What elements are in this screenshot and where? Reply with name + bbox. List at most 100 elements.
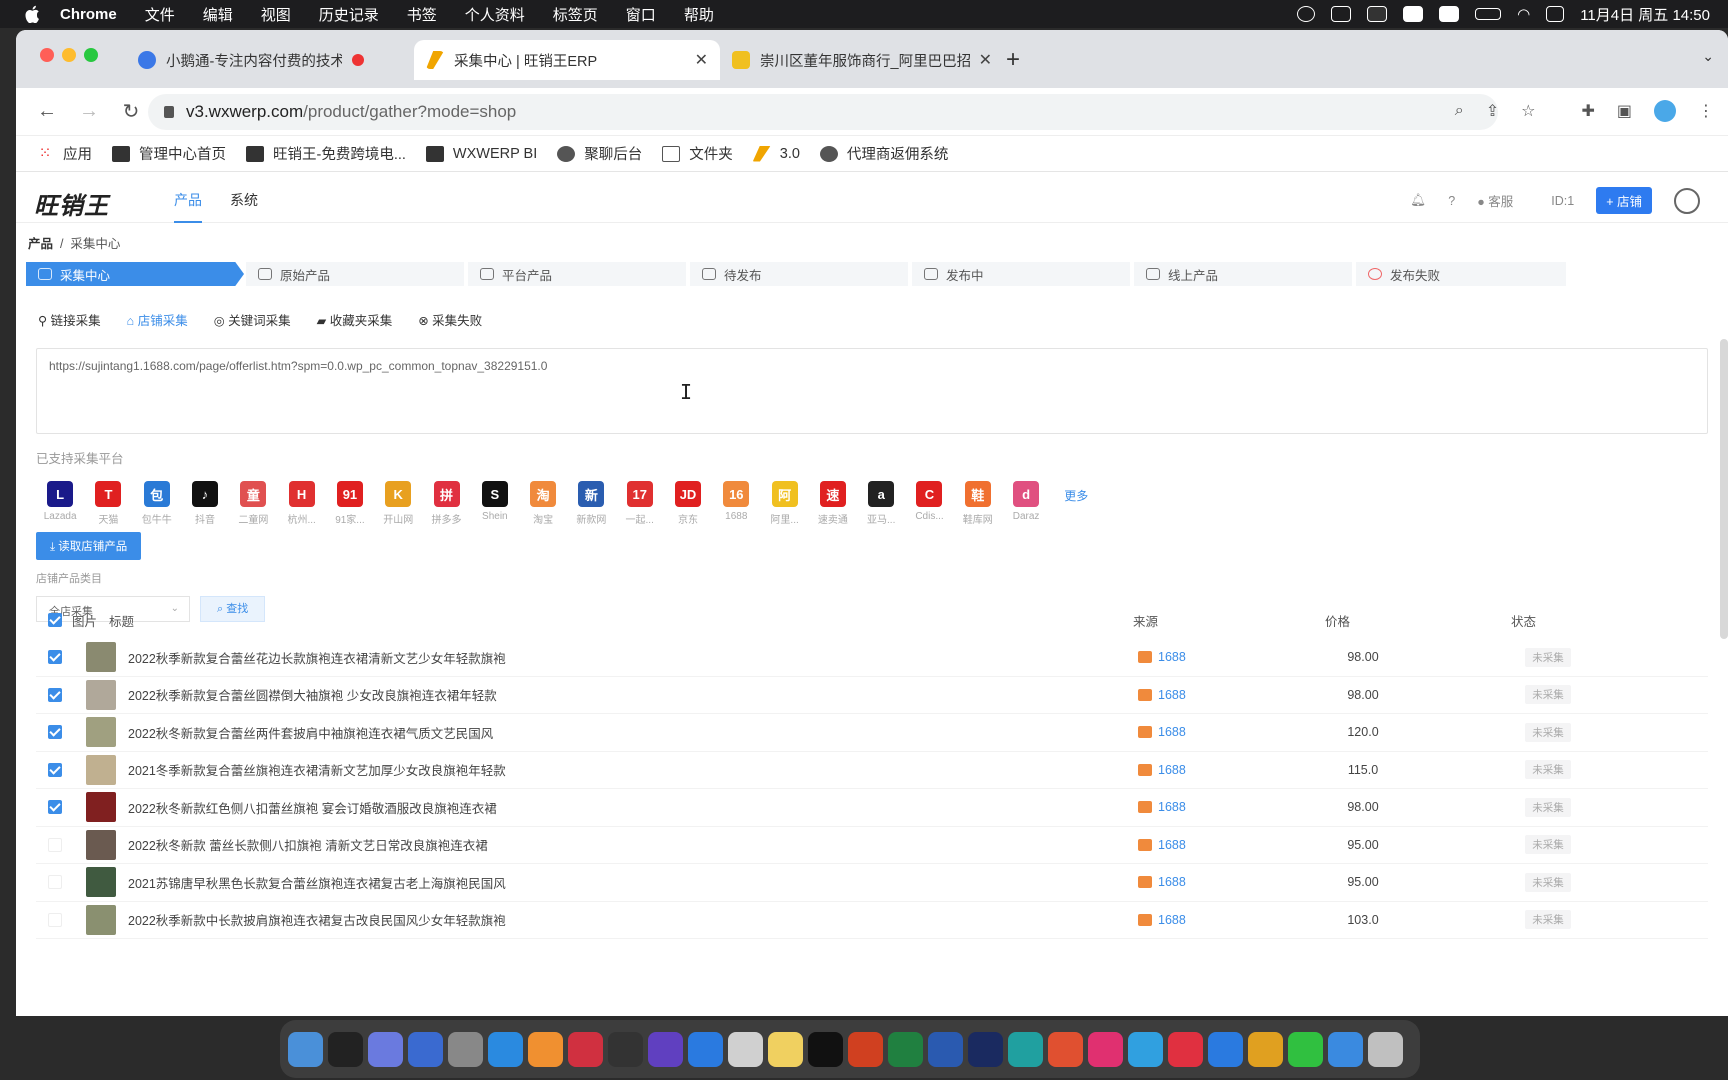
table-row[interactable]: 2021冬季新款复合蕾丝旗袍连衣裙清新文艺加厚少女改良旗袍年轻款 1688 115.… [36, 752, 1708, 789]
dock-app-icon[interactable] [848, 1031, 883, 1067]
product-thumbnail[interactable] [86, 792, 116, 823]
platform-item[interactable]: K 开山网 [374, 481, 422, 526]
back-icon[interactable]: ← [36, 100, 58, 123]
table-row[interactable]: 2021苏锦唐早秋黑色长款复合蕾丝旗袍连衣裙复古老上海旗袍民国风 1688 95.0… [36, 864, 1708, 902]
dock-app-icon[interactable] [808, 1031, 843, 1067]
dock-app-icon[interactable] [728, 1031, 763, 1067]
zoom-icon[interactable]: ⌕ [1455, 102, 1464, 120]
product-thumbnail[interactable] [86, 754, 116, 785]
product-thumbnail[interactable] [86, 679, 116, 710]
row-checkbox[interactable] [48, 650, 62, 665]
platform-item[interactable]: L Lazada [36, 481, 84, 526]
lock-icon[interactable] [164, 106, 174, 118]
row-checkbox[interactable] [48, 912, 62, 927]
tab-gather-failed[interactable]: ⊗ 采集失败 [418, 310, 482, 329]
screen-record-icon[interactable] [1367, 6, 1388, 22]
dock-app-icon[interactable] [1048, 1031, 1083, 1067]
table-row[interactable]: 2022秋冬新款复合蕾丝两件套披肩中袖旗袍连衣裙气质文艺民国风 1688 120.0… [36, 714, 1708, 752]
close-tab-icon[interactable]: ✕ [695, 50, 708, 70]
tab-shop-gather[interactable]: ⌂ 店铺采集 [127, 310, 188, 329]
row-checkbox[interactable] [48, 800, 62, 815]
dock-app-icon[interactable] [1168, 1031, 1203, 1067]
tab-keyword-gather[interactable]: ◎ 关键词采集 [214, 310, 291, 329]
dock-app-icon[interactable] [1008, 1031, 1043, 1067]
step-raw-products[interactable]: 原始产品 [246, 262, 464, 286]
chrome-menu-icon[interactable]: ⋮ [1698, 101, 1714, 121]
platform-item[interactable]: T 天猫 [84, 481, 132, 526]
product-title[interactable]: 2022秋季新款复合蕾丝花边长款旗袍连衣裙清新文艺少女年轻款旗袍 [128, 648, 1138, 667]
customer-service-link[interactable]: ● 客服 [1477, 191, 1513, 210]
dock-app-icon[interactable] [488, 1031, 523, 1067]
dock-app-icon[interactable] [1128, 1031, 1163, 1067]
menu-help[interactable]: 帮助 [684, 4, 714, 25]
product-thumbnail[interactable] [86, 642, 116, 673]
platform-item[interactable]: 阿阿里... [760, 481, 808, 526]
dock-app-icon[interactable] [448, 1031, 483, 1067]
step-pending-publish[interactable]: 待发布 [690, 262, 908, 286]
platform-item[interactable]: H 杭州... [277, 481, 325, 526]
clock-text[interactable]: 11月4日 周五 14:50 [1580, 4, 1710, 25]
more-platforms-toggle[interactable]: 更多 [1064, 487, 1088, 526]
close-tab-icon[interactable]: ✕ [979, 50, 992, 70]
page-scrollbar[interactable] [1720, 339, 1728, 639]
platform-item[interactable]: ♪ 抖音 [181, 481, 229, 526]
add-shop-button[interactable]: + 店铺 [1596, 187, 1652, 214]
s-app-icon[interactable] [1439, 6, 1460, 22]
profile-avatar-icon[interactable] [1654, 100, 1676, 122]
bookmark-apps[interactable]: ⁙ 应用 [36, 143, 92, 164]
dock-app-icon[interactable] [288, 1031, 323, 1067]
shop-url-input[interactable]: https://sujintang1.1688.com/page/offerli… [36, 348, 1708, 434]
side-panel-icon[interactable]: ▣ [1617, 101, 1632, 121]
row-checkbox[interactable] [48, 762, 62, 777]
bookmark-folder[interactable]: 文件夹 [662, 143, 733, 164]
platform-item[interactable]: 包包牛牛 [133, 481, 181, 526]
input-method-icon[interactable] [1331, 6, 1352, 22]
dock-app-icon[interactable] [1088, 1031, 1123, 1067]
product-title[interactable]: 2022秋季新款复合蕾丝圆襟倒大袖旗袍 少女改良旗袍连衣裙年轻款 [128, 685, 1138, 704]
new-tab-icon[interactable]: + [1006, 46, 1020, 74]
bookmark-agent-rebate[interactable]: 代理商返佣系统 [819, 143, 948, 164]
control-center-icon[interactable] [1546, 6, 1565, 22]
product-title[interactable]: 2022秋季新款中长款披肩旗袍连衣裙复古改良民国风少女年轻款旗袍 [128, 910, 1138, 929]
table-row[interactable]: 2022秋季新款复合蕾丝花边长款旗袍连衣裙清新文艺少女年轻款旗袍 1688 98.0… [36, 639, 1708, 677]
platform-item[interactable]: S Shein [471, 481, 519, 526]
dock-app-icon[interactable] [528, 1031, 563, 1067]
platform-item[interactable]: 拼拼多多 [422, 481, 470, 526]
platform-item[interactable]: 17 一起... [616, 481, 664, 526]
apple-icon[interactable] [22, 5, 42, 23]
product-title[interactable]: 2022秋冬新款 蕾丝长款侧八扣旗袍 清新文艺日常改良旗袍连衣裙 [128, 835, 1138, 854]
dock-app-icon[interactable] [408, 1031, 443, 1067]
menu-edit[interactable]: 编辑 [203, 4, 233, 25]
nav-system[interactable]: 系统 [230, 190, 258, 210]
table-row[interactable]: 2022秋冬新款 蕾丝长款侧八扣旗袍 清新文艺日常改良旗袍连衣裙 1688 95.0… [36, 827, 1708, 864]
source-link[interactable]: 1688 [1138, 800, 1238, 814]
bookmark-admin-home[interactable]: 管理中心首页 [112, 143, 226, 164]
dock-app-icon[interactable] [328, 1031, 363, 1067]
minimize-window-button[interactable] [62, 48, 76, 62]
dock-app-icon[interactable] [608, 1031, 643, 1067]
platform-item[interactable]: 童二童网 [229, 481, 277, 526]
menu-file[interactable]: 文件 [145, 4, 175, 25]
dock-app-icon[interactable] [1288, 1031, 1323, 1067]
tab-favorites-gather[interactable]: ▰ 收藏夹采集 [317, 310, 393, 329]
menu-chrome[interactable]: Chrome [60, 6, 117, 23]
product-title[interactable]: 2021苏锦唐早秋黑色长款复合蕾丝旗袍连衣裙复古老上海旗袍民国风 [128, 873, 1138, 892]
source-link[interactable]: 1688 [1138, 875, 1238, 889]
bookmark-star-icon[interactable]: ☆ [1521, 101, 1535, 121]
dock-app-icon[interactable] [1368, 1031, 1403, 1067]
dock-app-icon[interactable] [768, 1031, 803, 1067]
dock-app-icon[interactable] [1248, 1031, 1283, 1067]
dock-app-icon[interactable] [648, 1031, 683, 1067]
dock-app-icon[interactable] [688, 1031, 723, 1067]
product-title[interactable]: 2022秋冬新款复合蕾丝两件套披肩中袖旗袍连衣裙气质文艺民国风 [128, 723, 1138, 742]
read-shop-products-button[interactable]: ⤓ 读取店铺产品 [36, 532, 142, 560]
dock-app-icon[interactable] [928, 1031, 963, 1067]
product-thumbnail[interactable] [86, 829, 116, 860]
forward-icon[interactable]: → [78, 100, 100, 123]
pen-icon[interactable] [1403, 6, 1424, 22]
user-avatar[interactable] [1674, 187, 1700, 214]
product-title[interactable]: 2022秋冬新款红色侧八扣蕾丝旗袍 宴会订婚敬酒服改良旗袍连衣裙 [128, 798, 1138, 817]
tab-link-gather[interactable]: ⚲ 链接采集 [38, 310, 101, 329]
step-publishing[interactable]: 发布中 [912, 262, 1130, 286]
step-publish-failed[interactable]: 发布失败 [1356, 262, 1566, 286]
